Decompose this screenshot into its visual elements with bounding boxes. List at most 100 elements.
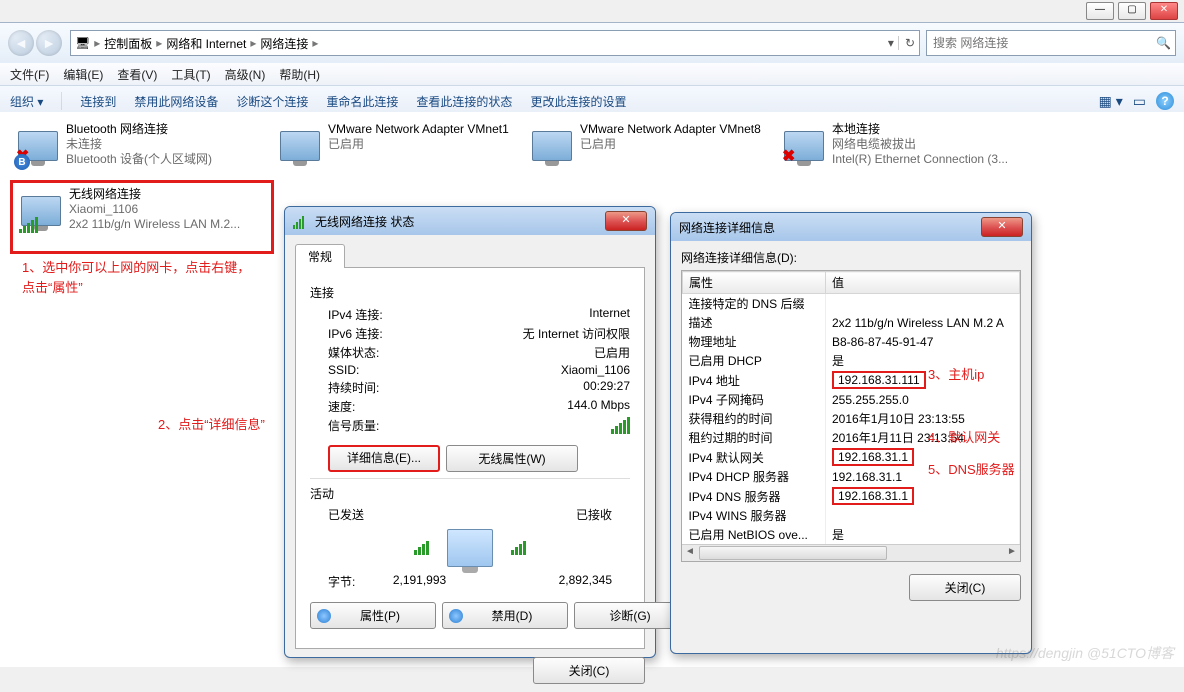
property-cell: IPv4 地址: [683, 370, 826, 390]
adapter-status: 网络电缆被拔出: [832, 137, 1030, 152]
menu-file[interactable]: 文件(F): [10, 66, 49, 83]
value-speed: 144.0 Mbps: [567, 398, 630, 415]
property-cell: IPv4 默认网关: [683, 447, 826, 467]
view-icon[interactable]: ▦ ▾: [1099, 93, 1123, 110]
menu-advanced[interactable]: 高级(N): [225, 66, 266, 83]
table-row[interactable]: IPv4 子网掩码255.255.255.0: [683, 390, 1020, 409]
property-cell: 已启用 NetBIOS ove...: [683, 525, 826, 544]
col-value[interactable]: 值: [826, 272, 1020, 294]
properties-button[interactable]: 属性(P): [310, 602, 436, 629]
close-button[interactable]: ✕: [981, 217, 1023, 237]
adapter-title: 本地连接: [832, 122, 1030, 137]
cmd-diagnose[interactable]: 诊断这个连接: [236, 93, 308, 110]
minimize-button[interactable]: —: [1086, 2, 1114, 20]
disable-button[interactable]: 禁用(D): [442, 602, 568, 629]
property-cell: 租约过期的时间: [683, 428, 826, 447]
label-ipv6conn: IPv6 连接:: [328, 325, 383, 342]
adapter-status: 未连接: [66, 137, 264, 152]
refresh-button[interactable]: ↻: [898, 36, 915, 50]
annotation-4: 4、默认网关: [928, 428, 1000, 448]
address-dropdown[interactable]: ▾: [888, 36, 894, 50]
property-cell: 连接特定的 DNS 后缀: [683, 294, 826, 314]
signal-bars-icon: [611, 417, 630, 434]
table-row[interactable]: 描述2x2 11b/g/n Wireless LAN M.2 A: [683, 313, 1020, 332]
group-connection: 连接: [310, 284, 630, 301]
adapter-vmnet1[interactable]: VMware Network Adapter VMnet1已启用: [272, 118, 530, 186]
table-row[interactable]: 已启用 NetBIOS ove...是: [683, 525, 1020, 544]
property-cell: IPv4 DNS 服务器: [683, 486, 826, 506]
details-button[interactable]: 详细信息(E)...: [328, 445, 440, 472]
table-row[interactable]: IPv4 DNS 服务器192.168.31.1: [683, 486, 1020, 506]
search-icon[interactable]: 🔍: [1156, 36, 1171, 50]
cmd-status[interactable]: 查看此连接的状态: [416, 93, 512, 110]
adapter-status: Xiaomi_1106: [69, 202, 267, 217]
property-cell: IPv4 WINS 服务器: [683, 506, 826, 525]
titlebar[interactable]: 网络连接详细信息 ✕: [671, 213, 1031, 241]
signal-icon: [19, 217, 38, 233]
label-ipv4conn: IPv4 连接:: [328, 306, 383, 323]
col-property[interactable]: 属性: [683, 272, 826, 294]
value-bytes-sent: 2,191,993: [355, 573, 483, 590]
status-dialog: 无线网络连接 状态 ✕ 常规 连接 IPv4 连接:Internet IPv6 …: [284, 206, 656, 658]
menu-edit[interactable]: 编辑(E): [63, 66, 103, 83]
close-button[interactable]: 关闭(C): [533, 657, 645, 684]
table-row[interactable]: 连接特定的 DNS 后缀: [683, 294, 1020, 314]
table-row[interactable]: IPv4 WINS 服务器: [683, 506, 1020, 525]
menu-tools[interactable]: 工具(T): [171, 66, 210, 83]
crumb-sep: ▸: [250, 36, 256, 50]
value-cell: 192.168.31.1: [826, 486, 1020, 506]
menu-help[interactable]: 帮助(H): [279, 66, 320, 83]
adapter-desc: 2x2 11b/g/n Wireless LAN M.2...: [69, 217, 267, 232]
close-button[interactable]: ✕: [605, 211, 647, 231]
address-bar[interactable]: 🖥 ▸ 控制面板 ▸ 网络和 Internet ▸ 网络连接 ▸ ▾ ↻: [70, 30, 920, 56]
error-x-icon: ✖: [782, 146, 795, 166]
search-input[interactable]: [931, 35, 1156, 51]
crumb-control-panel[interactable]: 控制面板: [104, 35, 152, 52]
close-button[interactable]: ✕: [1150, 2, 1178, 20]
cmd-connect[interactable]: 连接到: [80, 93, 116, 110]
nav-back-button[interactable]: ◄: [8, 30, 34, 56]
crumb-network-connections[interactable]: 网络连接: [260, 35, 308, 52]
adapter-title: VMware Network Adapter VMnet1: [328, 122, 526, 137]
nav-forward-button[interactable]: ►: [36, 30, 62, 56]
tab-general[interactable]: 常规: [295, 244, 345, 268]
label-media: 媒体状态:: [328, 344, 379, 361]
details-grid[interactable]: 属性值 连接特定的 DNS 后缀描述2x2 11b/g/n Wireless L…: [681, 270, 1021, 562]
table-row[interactable]: 物理地址B8-86-87-45-91-47: [683, 332, 1020, 351]
group-activity: 活动: [310, 485, 630, 502]
value-cell: 2x2 11b/g/n Wireless LAN M.2 A: [826, 313, 1020, 332]
adapter-wifi[interactable]: 无线网络连接Xiaomi_11062x2 11b/g/n Wireless LA…: [10, 180, 274, 254]
adapter-bluetooth[interactable]: ✖B Bluetooth 网络连接未连接Bluetooth 设备(个人区域网): [10, 118, 268, 186]
horizontal-scrollbar[interactable]: ◄►: [682, 544, 1020, 561]
value-duration: 00:29:27: [583, 379, 630, 396]
value-cell: 255.255.255.0: [826, 390, 1020, 409]
organize-button[interactable]: 组织 ▾: [10, 93, 43, 110]
search-bar[interactable]: 🔍: [926, 30, 1176, 56]
adapter-status: 已启用: [580, 137, 778, 152]
value-bytes-recv: 2,892,345: [484, 573, 612, 590]
dialog-title: 网络连接详细信息: [679, 219, 775, 236]
preview-icon[interactable]: ▭: [1133, 93, 1146, 110]
property-cell: 获得租约的时间: [683, 409, 826, 428]
cmd-settings[interactable]: 更改此连接的设置: [530, 93, 626, 110]
help-icon[interactable]: ?: [1156, 92, 1174, 110]
menu-view[interactable]: 查看(V): [117, 66, 157, 83]
annotation-5: 5、DNS服务器: [928, 460, 1015, 480]
value-cell: 是: [826, 351, 1020, 370]
cmd-rename[interactable]: 重命名此连接: [326, 93, 398, 110]
value-cell: 192.168.31.111: [826, 370, 1020, 390]
value-ipv6conn: 无 Internet 访问权限: [523, 325, 630, 342]
label-signal: 信号质量:: [328, 417, 379, 434]
titlebar[interactable]: 无线网络连接 状态 ✕: [285, 207, 655, 235]
adapter-vmnet8[interactable]: VMware Network Adapter VMnet8已启用: [524, 118, 782, 186]
crumb-network-internet[interactable]: 网络和 Internet: [166, 35, 246, 52]
cmd-disable[interactable]: 禁用此网络设备: [134, 93, 218, 110]
close-button[interactable]: 关闭(C): [909, 574, 1021, 601]
label-bytes: 字节:: [328, 573, 355, 590]
wireless-properties-button[interactable]: 无线属性(W): [446, 445, 578, 472]
adapter-ethernet[interactable]: ✖ 本地连接网络电缆被拔出Intel(R) Ethernet Connectio…: [776, 118, 1034, 186]
maximize-button[interactable]: ▢: [1118, 2, 1146, 20]
table-row[interactable]: 获得租约的时间2016年1月10日 23:13:55: [683, 409, 1020, 428]
property-cell: 物理地址: [683, 332, 826, 351]
crumb-sep: ▸: [312, 36, 318, 50]
